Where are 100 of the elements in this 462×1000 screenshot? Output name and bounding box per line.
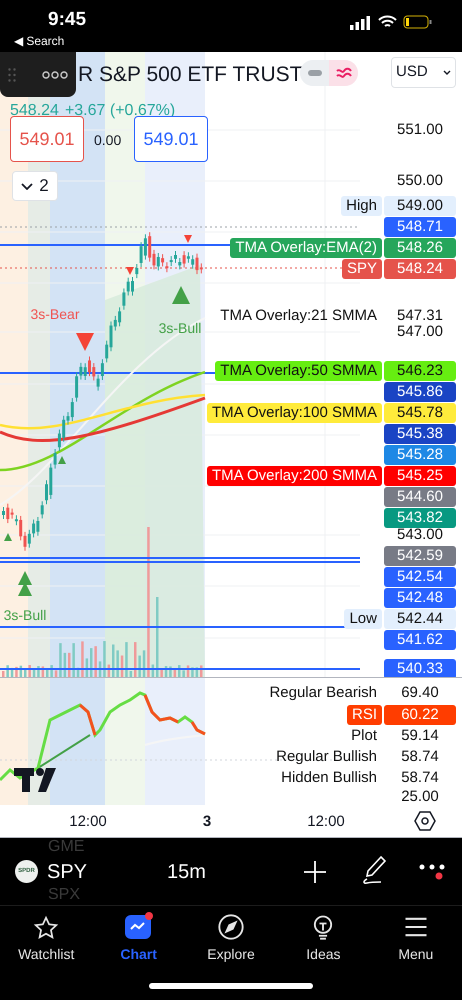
volume-bar [46, 668, 48, 677]
series-label: High [341, 196, 382, 216]
volume-bar [50, 665, 53, 677]
volume-bar [98, 661, 102, 677]
signal-icon [350, 16, 370, 30]
logo-icon [14, 768, 56, 792]
plus-icon[interactable] [303, 860, 327, 884]
sell-button[interactable]: 549.01 [10, 116, 84, 162]
sell-arrow-icon [184, 235, 192, 243]
series-label: TMA Overlay:50 SMMA [215, 361, 382, 381]
pen-icon[interactable] [361, 855, 387, 885]
chart-icon [124, 911, 154, 941]
series-label: SPY [342, 259, 382, 279]
currency-dropdown[interactable]: USD [391, 57, 456, 88]
tab-bar-item[interactable]: Ideas [277, 906, 370, 971]
symbol-button[interactable]: SPY [47, 857, 88, 887]
series-label: TMA Overlay:EMA(2) [230, 238, 382, 258]
signal-label: 3s-Bull [158, 319, 202, 338]
volume-bar [20, 666, 22, 677]
volume-bar [28, 665, 31, 677]
divergence-line [37, 734, 91, 769]
volume-bar [178, 665, 180, 677]
signal-label: 3s-Bear [30, 305, 80, 324]
floating-toolbar[interactable] [0, 52, 76, 97]
buy-arrow-icon [58, 456, 66, 464]
star-icon [33, 915, 60, 941]
wave-mode-button[interactable] [329, 60, 358, 86]
volume-bar [130, 670, 132, 677]
volume-bar [37, 666, 40, 677]
buy-arrow-icon [4, 533, 12, 541]
sell-arrow-icon [76, 333, 94, 351]
volume-bar [138, 656, 141, 677]
tab-bar-item[interactable]: Menu [370, 906, 462, 971]
price-label: 60.22 [384, 705, 456, 725]
series-label: RSI [346, 705, 382, 725]
series-label: Plot [350, 726, 378, 746]
volume-bar [54, 670, 58, 677]
volume-bar [108, 664, 110, 677]
sell-arrow-icon [126, 267, 134, 275]
volume-bar [134, 642, 136, 677]
time-label: 12:00 [69, 812, 107, 832]
tab-bar-item[interactable]: Explore [184, 906, 278, 971]
volume-bar [76, 668, 80, 677]
back-link[interactable]: ◀ Search [14, 32, 64, 50]
minus-icon [308, 70, 322, 76]
price-label: 546.23 [384, 361, 456, 381]
compass-icon [217, 913, 246, 941]
volume-bar [6, 665, 9, 677]
series-label: Regular Bullish [275, 747, 378, 767]
chevron-down-icon [21, 182, 34, 190]
volume-bar [68, 652, 70, 677]
tab-bar-item[interactable]: Chart [92, 906, 185, 971]
volume-bar [94, 646, 97, 677]
price-label: 548.24 [384, 259, 456, 279]
volume-bar [152, 664, 154, 677]
spread-value: 0.00 [94, 131, 122, 150]
more-icon[interactable] [42, 70, 68, 78]
buy-arrow-icon [18, 571, 32, 585]
symbol-title: R S&P 500 ETF TRUST [78, 62, 302, 88]
price-label: 549.00 [384, 196, 456, 216]
volume-bar [174, 668, 176, 677]
moving-average-line [144, 734, 206, 746]
volume-bar [186, 665, 190, 677]
price-label: 548.71 [384, 217, 456, 237]
volume-bar [10, 668, 14, 677]
interval-button[interactable]: 15m [167, 857, 206, 887]
indicators-toggle[interactable]: 2 [12, 171, 58, 201]
price-label: 550.00 [396, 171, 444, 191]
series-label: Regular Bearish [268, 683, 378, 703]
price-label: 542.54 [384, 567, 456, 587]
volume-bar [86, 658, 88, 677]
price-label: 545.28 [384, 445, 456, 465]
volume-bar [112, 644, 114, 677]
clock: 9:45 [48, 8, 86, 32]
price-label: 69.40 [400, 683, 440, 703]
volume-bar [164, 666, 168, 677]
price-label: 542.59 [384, 546, 456, 566]
volume-bar [81, 641, 84, 677]
price-label: 58.74 [400, 747, 440, 767]
buy-button[interactable]: 549.01 [134, 116, 208, 162]
price-label: 545.25 [384, 466, 456, 486]
price-label: 544.60 [384, 487, 456, 507]
volume-bar [2, 671, 4, 677]
volume-bar [103, 641, 106, 677]
volume-bar [64, 652, 66, 677]
battery-icon [403, 15, 432, 29]
volume-bar [142, 650, 146, 677]
price-label: 551.00 [396, 120, 444, 140]
drag-handle-icon[interactable] [8, 68, 16, 82]
more-icon[interactable] [419, 864, 447, 882]
volume-bar [191, 667, 194, 677]
volume-bar [42, 666, 44, 677]
price-label: 548.26 [384, 238, 456, 258]
tab-bar-item[interactable]: Watchlist [0, 906, 92, 971]
series-label: Hidden Bullish [280, 768, 378, 788]
volume-bar [182, 670, 185, 677]
price-label: 25.00 [400, 787, 440, 805]
signal-label: 3s-Bull [4, 606, 46, 625]
settings-icon[interactable] [414, 811, 436, 831]
buy-arrow-icon [172, 286, 190, 304]
